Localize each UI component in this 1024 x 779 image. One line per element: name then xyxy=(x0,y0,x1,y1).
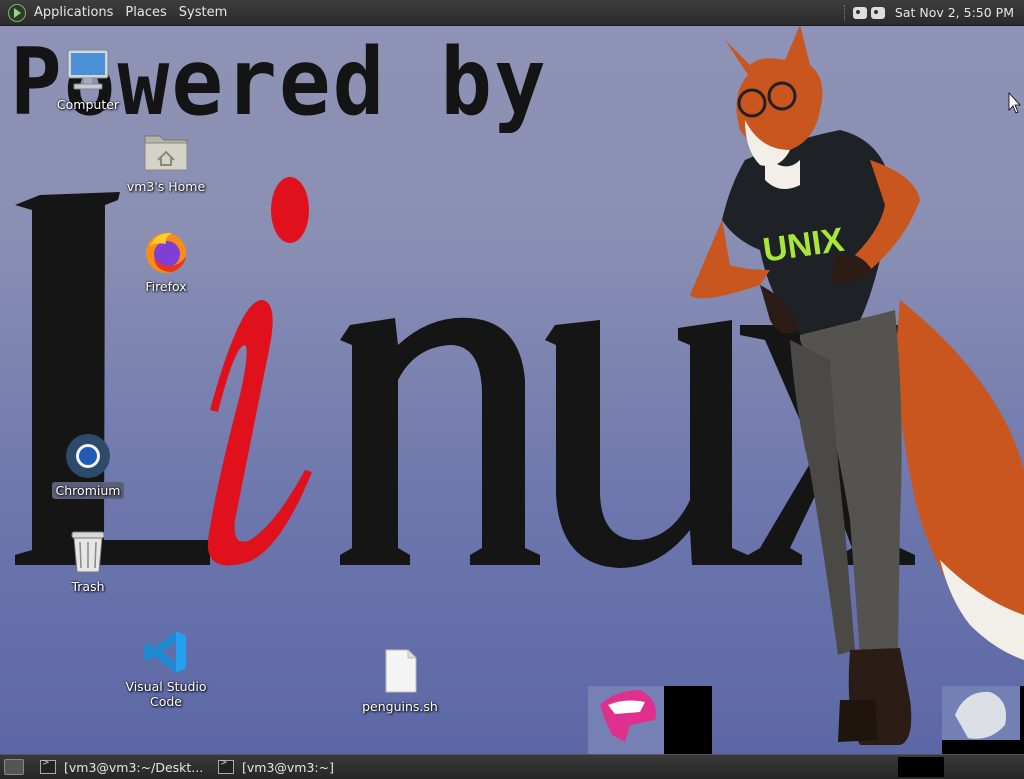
desktop-icon-chromium[interactable]: Chromium xyxy=(33,432,143,499)
desktop-icon-trash[interactable]: Trash xyxy=(33,528,143,595)
desktop-icon-firefox[interactable]: Firefox xyxy=(111,228,221,295)
desktop-icon-label: penguins.sh xyxy=(362,699,438,714)
desktop-icon-label: Visual Studio Code xyxy=(125,679,207,709)
desktop-icon-label: Chromium xyxy=(51,482,125,499)
applications-menu[interactable]: Applications xyxy=(0,0,119,25)
desktop-icon-label: Firefox xyxy=(145,279,187,294)
taskbar-item-terminal-home[interactable]: [vm3@vm3:~] xyxy=(212,757,384,777)
workspace-switcher[interactable] xyxy=(898,757,944,777)
desktop-icon-label: Computer xyxy=(56,97,120,112)
desktop-icon-label: Trash xyxy=(71,579,105,594)
desktop-icon-vscode[interactable]: Visual Studio Code xyxy=(111,628,221,710)
panel-separator xyxy=(843,4,847,21)
clock[interactable]: Sat Nov 2, 5:50 PM xyxy=(895,5,1014,20)
script-file-icon xyxy=(376,648,424,696)
taskbar-item-label: [vm3@vm3:~/Deskt... xyxy=(64,759,204,775)
bottom-panel: [vm3@vm3:~/Deskt... [vm3@vm3:~] xyxy=(0,754,1024,779)
system-menu[interactable]: System xyxy=(173,0,233,25)
desktop-icon-home[interactable]: vm3's Home xyxy=(111,128,221,195)
wallpaper-bottom-decorations xyxy=(588,686,1024,754)
places-menu[interactable]: Places xyxy=(119,0,172,25)
desktop-icon-penguins-sh[interactable]: penguins.sh xyxy=(345,648,455,715)
panel-tray: Sat Nov 2, 5:50 PM xyxy=(843,0,1024,25)
vscode-icon xyxy=(142,628,190,676)
desktop-icon-computer[interactable]: Computer xyxy=(33,46,143,113)
home-folder-icon xyxy=(142,128,190,176)
wallpaper-red-i xyxy=(207,177,312,566)
firefox-icon xyxy=(142,228,190,276)
applications-menu-label: Applications xyxy=(34,5,114,20)
desktop-icon-label: vm3's Home xyxy=(126,179,206,194)
terminal-icon xyxy=(40,758,56,774)
wallpaper-fox-character: UNIX xyxy=(690,25,1024,745)
volume-icon[interactable] xyxy=(870,6,885,19)
computer-icon xyxy=(64,46,112,94)
trash-icon xyxy=(64,528,112,576)
applications-menu-icon xyxy=(8,3,26,22)
network-icon[interactable] xyxy=(852,6,867,19)
taskbar-item-label: [vm3@vm3:~] xyxy=(242,759,334,775)
chromium-icon xyxy=(64,432,112,480)
terminal-icon xyxy=(218,758,234,774)
top-panel: Applications Places System Sat Nov 2, 5:… xyxy=(0,0,1024,26)
mouse-cursor xyxy=(1008,91,1021,114)
show-desktop-button[interactable] xyxy=(4,759,24,775)
taskbar-item-terminal-desktop[interactable]: [vm3@vm3:~/Deskt... xyxy=(34,757,206,777)
